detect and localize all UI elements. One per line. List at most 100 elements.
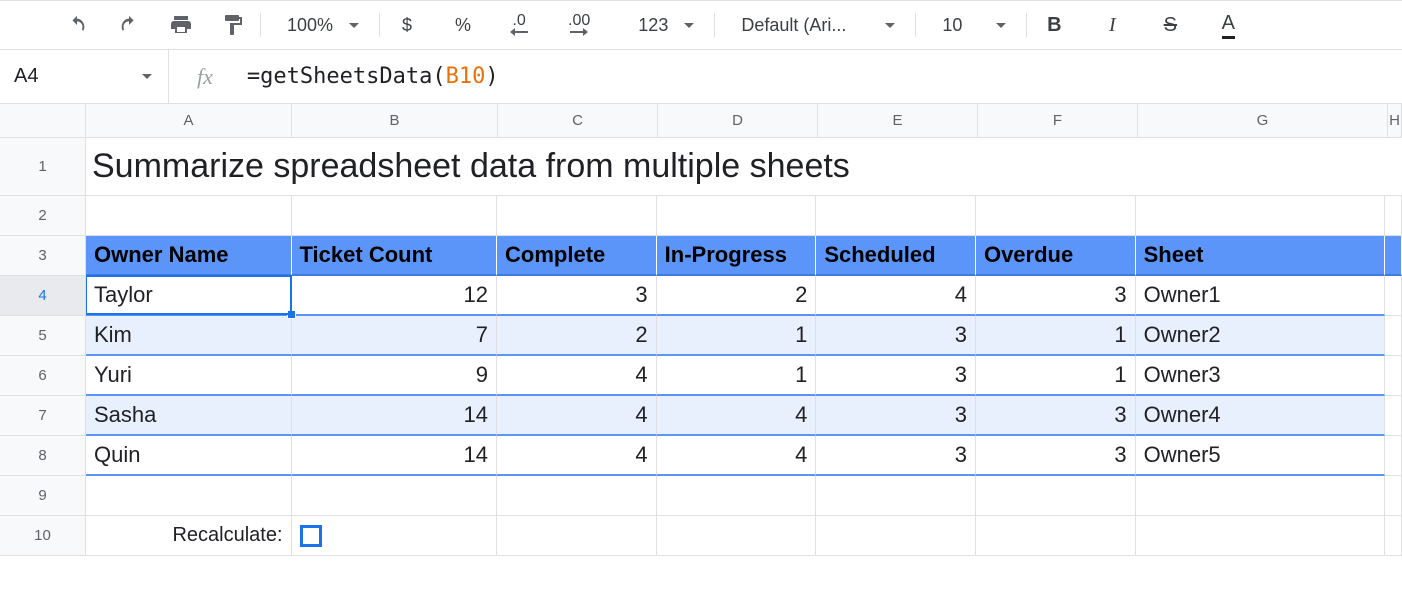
cell-num[interactable]: 7 — [292, 316, 498, 356]
recalc-checkbox-cell[interactable] — [292, 516, 498, 556]
increase-decimal-button[interactable]: .00 — [558, 8, 600, 42]
empty-cell[interactable] — [1385, 196, 1402, 236]
redo-button[interactable] — [112, 8, 146, 42]
bold-button[interactable]: B — [1037, 8, 1071, 42]
cell-owner[interactable]: Sasha — [86, 396, 292, 436]
format-percent-button[interactable]: % — [446, 8, 480, 42]
cell-num[interactable]: 1 — [657, 316, 817, 356]
header-owner-name[interactable]: Owner Name — [86, 236, 292, 276]
recalc-label-cell[interactable]: Recalculate: — [86, 516, 292, 556]
font-select[interactable]: Default (Ari... — [725, 15, 905, 36]
header-scheduled[interactable]: Scheduled — [816, 236, 976, 276]
recalc-checkbox[interactable] — [300, 525, 322, 547]
cell-num[interactable]: 2 — [657, 276, 817, 316]
empty-cell[interactable] — [657, 476, 817, 516]
empty-cell[interactable] — [1385, 516, 1402, 556]
cell-sheet[interactable]: Owner1 — [1136, 276, 1385, 316]
empty-cell[interactable] — [1385, 476, 1402, 516]
cell-num[interactable]: 14 — [292, 436, 498, 476]
more-formats-button[interactable]: 123 — [622, 15, 704, 36]
format-currency-button[interactable]: $ — [390, 8, 424, 42]
empty-cell[interactable] — [1136, 196, 1385, 236]
row-header-8[interactable]: 8 — [0, 436, 86, 476]
name-box[interactable]: A4 — [0, 65, 168, 88]
row-header-9[interactable]: 9 — [0, 476, 86, 516]
cell-sheet[interactable]: Owner4 — [1136, 396, 1385, 436]
cell-num[interactable]: 3 — [497, 276, 657, 316]
formula-input[interactable]: =getSheetsData(B10) — [241, 64, 499, 89]
empty-cell[interactable] — [1385, 276, 1402, 316]
row-header-3[interactable]: 3 — [0, 236, 86, 276]
row-header-2[interactable]: 2 — [0, 196, 86, 236]
empty-cell[interactable] — [976, 196, 1136, 236]
empty-cell[interactable] — [86, 476, 292, 516]
cell-num[interactable]: 4 — [816, 276, 976, 316]
column-header-F[interactable]: F — [978, 104, 1138, 138]
cell-num[interactable]: 4 — [657, 396, 817, 436]
empty-cell[interactable] — [86, 196, 292, 236]
cell-sheet[interactable]: Owner3 — [1136, 356, 1385, 396]
cell-num[interactable]: 3 — [976, 276, 1136, 316]
cell-num[interactable]: 3 — [816, 436, 976, 476]
empty-cell[interactable] — [1385, 436, 1402, 476]
header-overdue[interactable]: Overdue — [976, 236, 1136, 276]
cell-num[interactable]: 14 — [292, 396, 498, 436]
column-header-G[interactable]: G — [1138, 104, 1388, 138]
empty-cell[interactable] — [1136, 476, 1385, 516]
empty-cell[interactable] — [657, 196, 817, 236]
column-header-A[interactable]: A — [86, 104, 292, 138]
undo-button[interactable] — [60, 8, 94, 42]
cell-num[interactable]: 3 — [976, 436, 1136, 476]
cell-num[interactable]: 12 — [292, 276, 498, 316]
empty-cell[interactable] — [976, 476, 1136, 516]
cell-num[interactable]: 3 — [816, 316, 976, 356]
column-header-H[interactable]: H — [1388, 104, 1402, 138]
empty-cell[interactable] — [657, 516, 817, 556]
empty-cell[interactable] — [1136, 516, 1385, 556]
column-header-B[interactable]: B — [292, 104, 498, 138]
empty-cell[interactable] — [1385, 396, 1402, 436]
row-header-1[interactable]: 1 — [0, 138, 86, 196]
paint-format-button[interactable] — [216, 8, 250, 42]
empty-cell[interactable] — [816, 476, 976, 516]
cell-owner[interactable]: Taylor — [86, 276, 292, 316]
italic-button[interactable]: I — [1095, 8, 1129, 42]
column-header-C[interactable]: C — [498, 104, 658, 138]
cell-num[interactable]: 1 — [657, 356, 817, 396]
title-cell[interactable]: Summarize spreadsheet data from multiple… — [86, 138, 1402, 196]
empty-cell[interactable] — [816, 196, 976, 236]
cell-num[interactable]: 3 — [816, 356, 976, 396]
cell-num[interactable]: 4 — [657, 436, 817, 476]
row-header-6[interactable]: 6 — [0, 356, 86, 396]
empty-cell[interactable] — [976, 516, 1136, 556]
cell-num[interactable]: 9 — [292, 356, 498, 396]
empty-cell[interactable] — [816, 516, 976, 556]
select-all-corner[interactable] — [0, 104, 86, 138]
header-in-progress[interactable]: In-Progress — [657, 236, 817, 276]
row-header-5[interactable]: 5 — [0, 316, 86, 356]
cell-num[interactable]: 4 — [497, 396, 657, 436]
header-complete[interactable]: Complete — [497, 236, 657, 276]
row-header-7[interactable]: 7 — [0, 396, 86, 436]
cell-owner[interactable]: Quin — [86, 436, 292, 476]
cell-sheet[interactable]: Owner2 — [1136, 316, 1385, 356]
header-ticket-count[interactable]: Ticket Count — [292, 236, 498, 276]
empty-cell[interactable] — [1385, 316, 1402, 356]
empty-cell[interactable] — [1385, 236, 1402, 276]
cell-num[interactable]: 1 — [976, 316, 1136, 356]
empty-cell[interactable] — [497, 196, 657, 236]
cell-num[interactable]: 4 — [497, 356, 657, 396]
header-sheet[interactable]: Sheet — [1136, 236, 1385, 276]
print-button[interactable] — [164, 8, 198, 42]
decrease-decimal-button[interactable]: .0 — [502, 8, 536, 42]
empty-cell[interactable] — [497, 476, 657, 516]
strikethrough-button[interactable]: S — [1153, 8, 1187, 42]
cell-num[interactable]: 4 — [497, 436, 657, 476]
text-color-button[interactable]: A — [1211, 8, 1245, 42]
empty-cell[interactable] — [292, 196, 498, 236]
cell-num[interactable]: 3 — [976, 396, 1136, 436]
column-header-D[interactable]: D — [658, 104, 818, 138]
cell-num[interactable]: 1 — [976, 356, 1136, 396]
zoom-select[interactable]: 100% — [271, 15, 369, 36]
row-header-4[interactable]: 4 — [0, 276, 86, 316]
